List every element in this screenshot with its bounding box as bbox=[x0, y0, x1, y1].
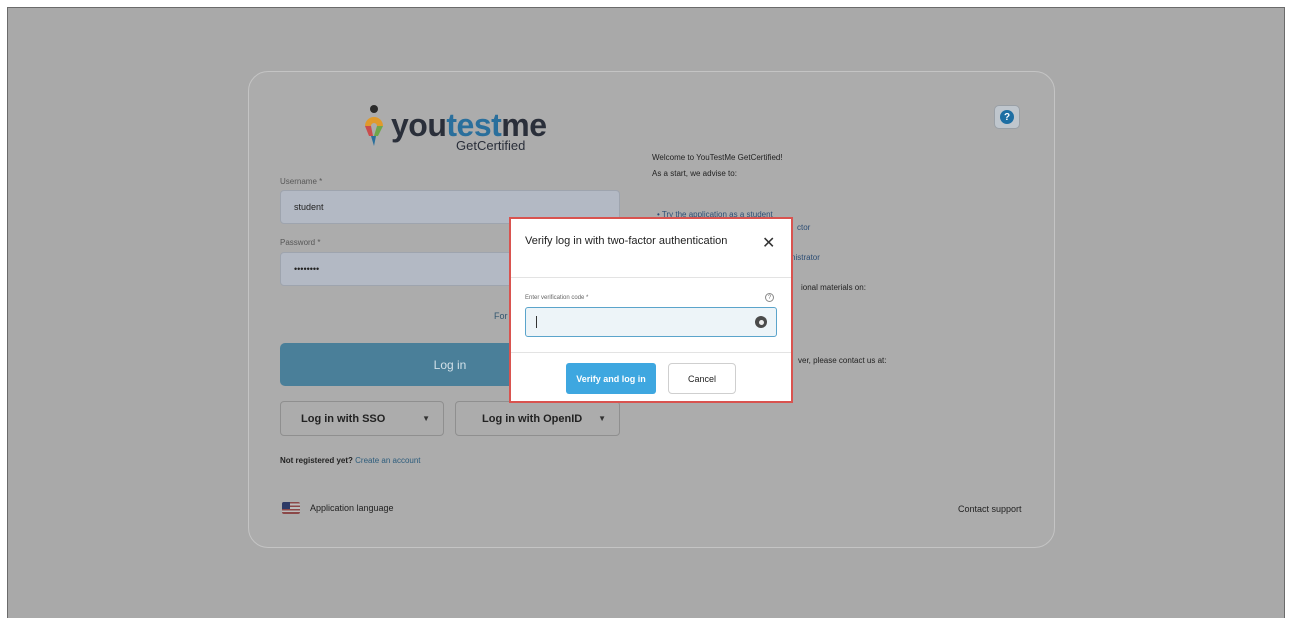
help-icon: ? bbox=[1000, 110, 1014, 124]
dialog-divider bbox=[511, 277, 791, 278]
info-icon[interactable]: ? bbox=[765, 293, 774, 302]
dialog-footer-divider bbox=[511, 352, 791, 353]
password-label: Password * bbox=[280, 238, 321, 247]
dialog-title: Verify log in with two-factor authentica… bbox=[525, 235, 728, 247]
chevron-down-icon: ▼ bbox=[598, 414, 606, 423]
not-registered-text: Not registered yet? bbox=[280, 456, 353, 465]
chevron-down-icon: ▼ bbox=[422, 414, 430, 423]
help-button[interactable]: ? bbox=[994, 105, 1020, 129]
welcome-title: Welcome to YouTestMe GetCertified! bbox=[652, 153, 783, 162]
contact-support-link[interactable]: Contact support bbox=[958, 504, 1022, 514]
cancel-button[interactable]: Cancel bbox=[668, 363, 736, 394]
text-cursor bbox=[536, 316, 537, 328]
forgot-password-link[interactable]: For bbox=[494, 311, 508, 321]
language-label: Application language bbox=[310, 503, 394, 513]
registration-prompt: Not registered yet? Create an account bbox=[280, 456, 421, 465]
contact-text-partial: ver, please contact us at: bbox=[798, 356, 887, 365]
page-overlay: youtestme GetCertified ? Username * stud… bbox=[7, 7, 1285, 618]
username-label: Username * bbox=[280, 177, 323, 186]
two-factor-dialog-highlight: Verify log in with two-factor authentica… bbox=[509, 217, 793, 403]
openid-button-label: Log in with OpenID bbox=[482, 412, 583, 425]
brand-logo: youtestme GetCertified bbox=[361, 102, 547, 153]
administrator-link-partial[interactable]: nistrator bbox=[791, 253, 820, 262]
language-selector[interactable]: Application language bbox=[282, 502, 394, 514]
verification-code-input[interactable] bbox=[525, 307, 777, 337]
materials-text-partial: ional materials on: bbox=[801, 283, 866, 292]
openid-login-button[interactable]: Log in with OpenID ▼ bbox=[455, 401, 620, 436]
us-flag-icon bbox=[282, 502, 300, 514]
sso-button-label: Log in with SSO bbox=[301, 412, 386, 425]
instructor-link-partial[interactable]: ctor bbox=[797, 223, 810, 232]
two-factor-dialog: Verify log in with two-factor authentica… bbox=[511, 219, 791, 401]
logo-subtitle: GetCertified bbox=[456, 138, 526, 153]
logo-figure-icon bbox=[365, 105, 383, 146]
close-icon[interactable]: ✕ bbox=[762, 236, 775, 252]
welcome-subtitle: As a start, we advise to: bbox=[652, 169, 737, 178]
verification-code-label: Enter verification code * bbox=[525, 295, 589, 301]
eye-icon[interactable] bbox=[755, 316, 767, 328]
sso-login-button[interactable]: Log in with SSO ▼ bbox=[280, 401, 444, 436]
verify-and-login-button[interactable]: Verify and log in bbox=[566, 363, 656, 394]
create-account-link[interactable]: Create an account bbox=[355, 456, 420, 465]
